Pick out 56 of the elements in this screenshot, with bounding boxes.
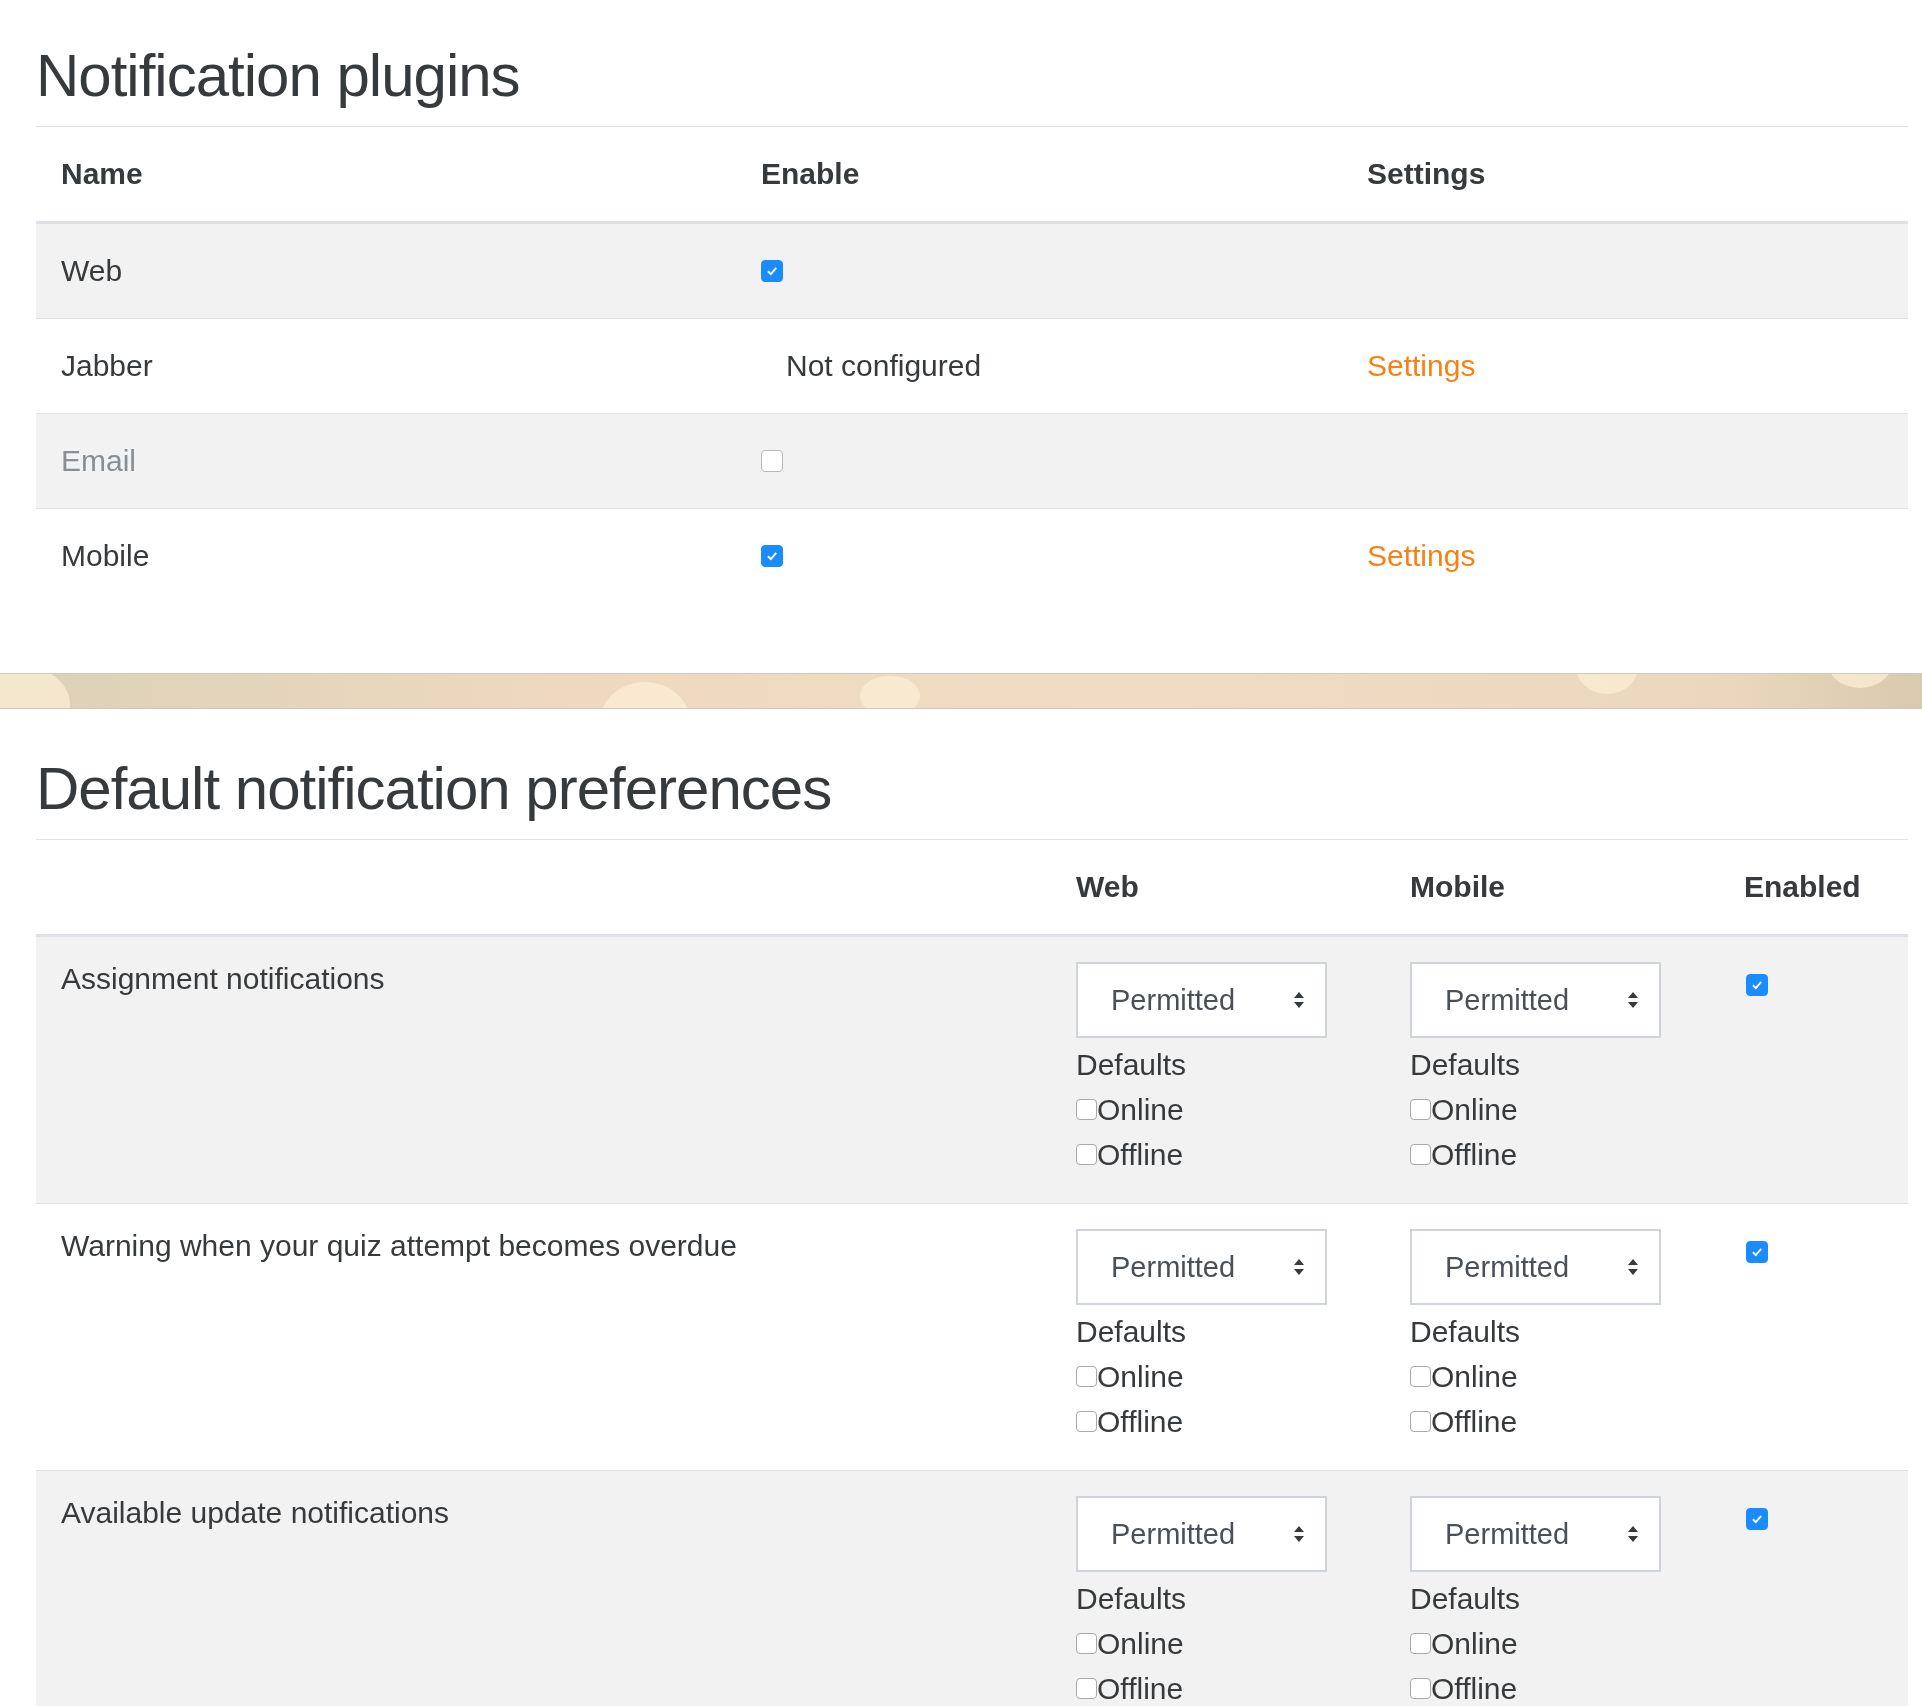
sort-caret-icon	[1627, 1258, 1639, 1276]
checkmark-icon	[765, 264, 779, 278]
plugin-name: Web	[60, 254, 124, 288]
plugin-name: Mobile	[60, 539, 151, 573]
offline-checkbox[interactable]: Offline	[1076, 1666, 1184, 1706]
enabled-checkbox[interactable]	[1746, 974, 1768, 996]
permission-select[interactable]: Permitted	[1076, 1496, 1327, 1572]
online-checkbox[interactable]: Online	[1410, 1354, 1518, 1399]
checkmark-icon	[765, 549, 779, 563]
enabled-checkbox[interactable]	[1746, 1241, 1768, 1263]
notification-name: Warning when your quiz attempt becomes overdue	[60, 1229, 738, 1263]
offline-checkbox[interactable]: Offline	[1410, 1666, 1518, 1706]
status-text: Not configured	[785, 349, 982, 383]
online-checkbox[interactable]: Online	[1076, 1621, 1184, 1666]
defaults-label: Defaults	[1076, 1581, 1187, 1617]
checkmark-icon	[1750, 1245, 1764, 1259]
enable-checkbox[interactable]	[761, 545, 783, 567]
offline-checkbox[interactable]: Offline	[1410, 1399, 1518, 1444]
checkmark-icon	[1750, 978, 1764, 992]
permission-select[interactable]: Permitted	[1076, 1229, 1327, 1305]
checkmark-icon	[1750, 1512, 1764, 1526]
column-header: Enabled	[1744, 870, 1862, 904]
notification-name: Available update notifications	[60, 1496, 451, 1530]
permission-select[interactable]: Permitted	[1410, 1229, 1661, 1305]
online-checkbox[interactable]: Online	[1410, 1621, 1518, 1666]
section-title: Notification plugins	[36, 0, 1908, 127]
sort-caret-icon	[1293, 991, 1305, 1009]
column-header: Web	[1076, 870, 1140, 904]
permission-select[interactable]: Permitted	[1410, 1496, 1661, 1572]
column-header: Mobile	[1410, 870, 1506, 904]
plugin-name: Jabber	[60, 349, 154, 383]
online-checkbox[interactable]: Online	[1076, 1354, 1184, 1399]
offline-checkbox[interactable]: Offline	[1076, 1399, 1184, 1444]
permission-select[interactable]: Permitted	[1076, 962, 1327, 1038]
defaults-label: Defaults	[1410, 1047, 1521, 1083]
enable-checkbox[interactable]	[761, 260, 783, 282]
offline-checkbox[interactable]: Offline	[1076, 1132, 1184, 1177]
enabled-checkbox[interactable]	[1746, 1508, 1768, 1530]
column-header: Enable	[760, 157, 861, 191]
sort-caret-icon	[1627, 991, 1639, 1009]
defaults-label: Defaults	[1076, 1047, 1187, 1083]
offline-checkbox[interactable]: Offline	[1410, 1132, 1518, 1177]
column-header: Settings	[1366, 157, 1487, 191]
sort-caret-icon	[1293, 1258, 1305, 1276]
defaults-label: Defaults	[1410, 1314, 1521, 1350]
online-checkbox[interactable]: Online	[1076, 1087, 1184, 1132]
online-checkbox[interactable]: Online	[1410, 1087, 1518, 1132]
section-title: Default notification preferences	[36, 709, 1908, 840]
sort-caret-icon	[1293, 1525, 1305, 1543]
permission-select[interactable]: Permitted	[1410, 962, 1661, 1038]
column-header: Name	[60, 157, 144, 191]
defaults-label: Defaults	[1076, 1314, 1187, 1350]
plugin-name: Email	[60, 444, 137, 478]
defaults-label: Defaults	[1410, 1581, 1521, 1617]
notification-name: Assignment notifications	[60, 962, 386, 996]
sort-caret-icon	[1627, 1525, 1639, 1543]
